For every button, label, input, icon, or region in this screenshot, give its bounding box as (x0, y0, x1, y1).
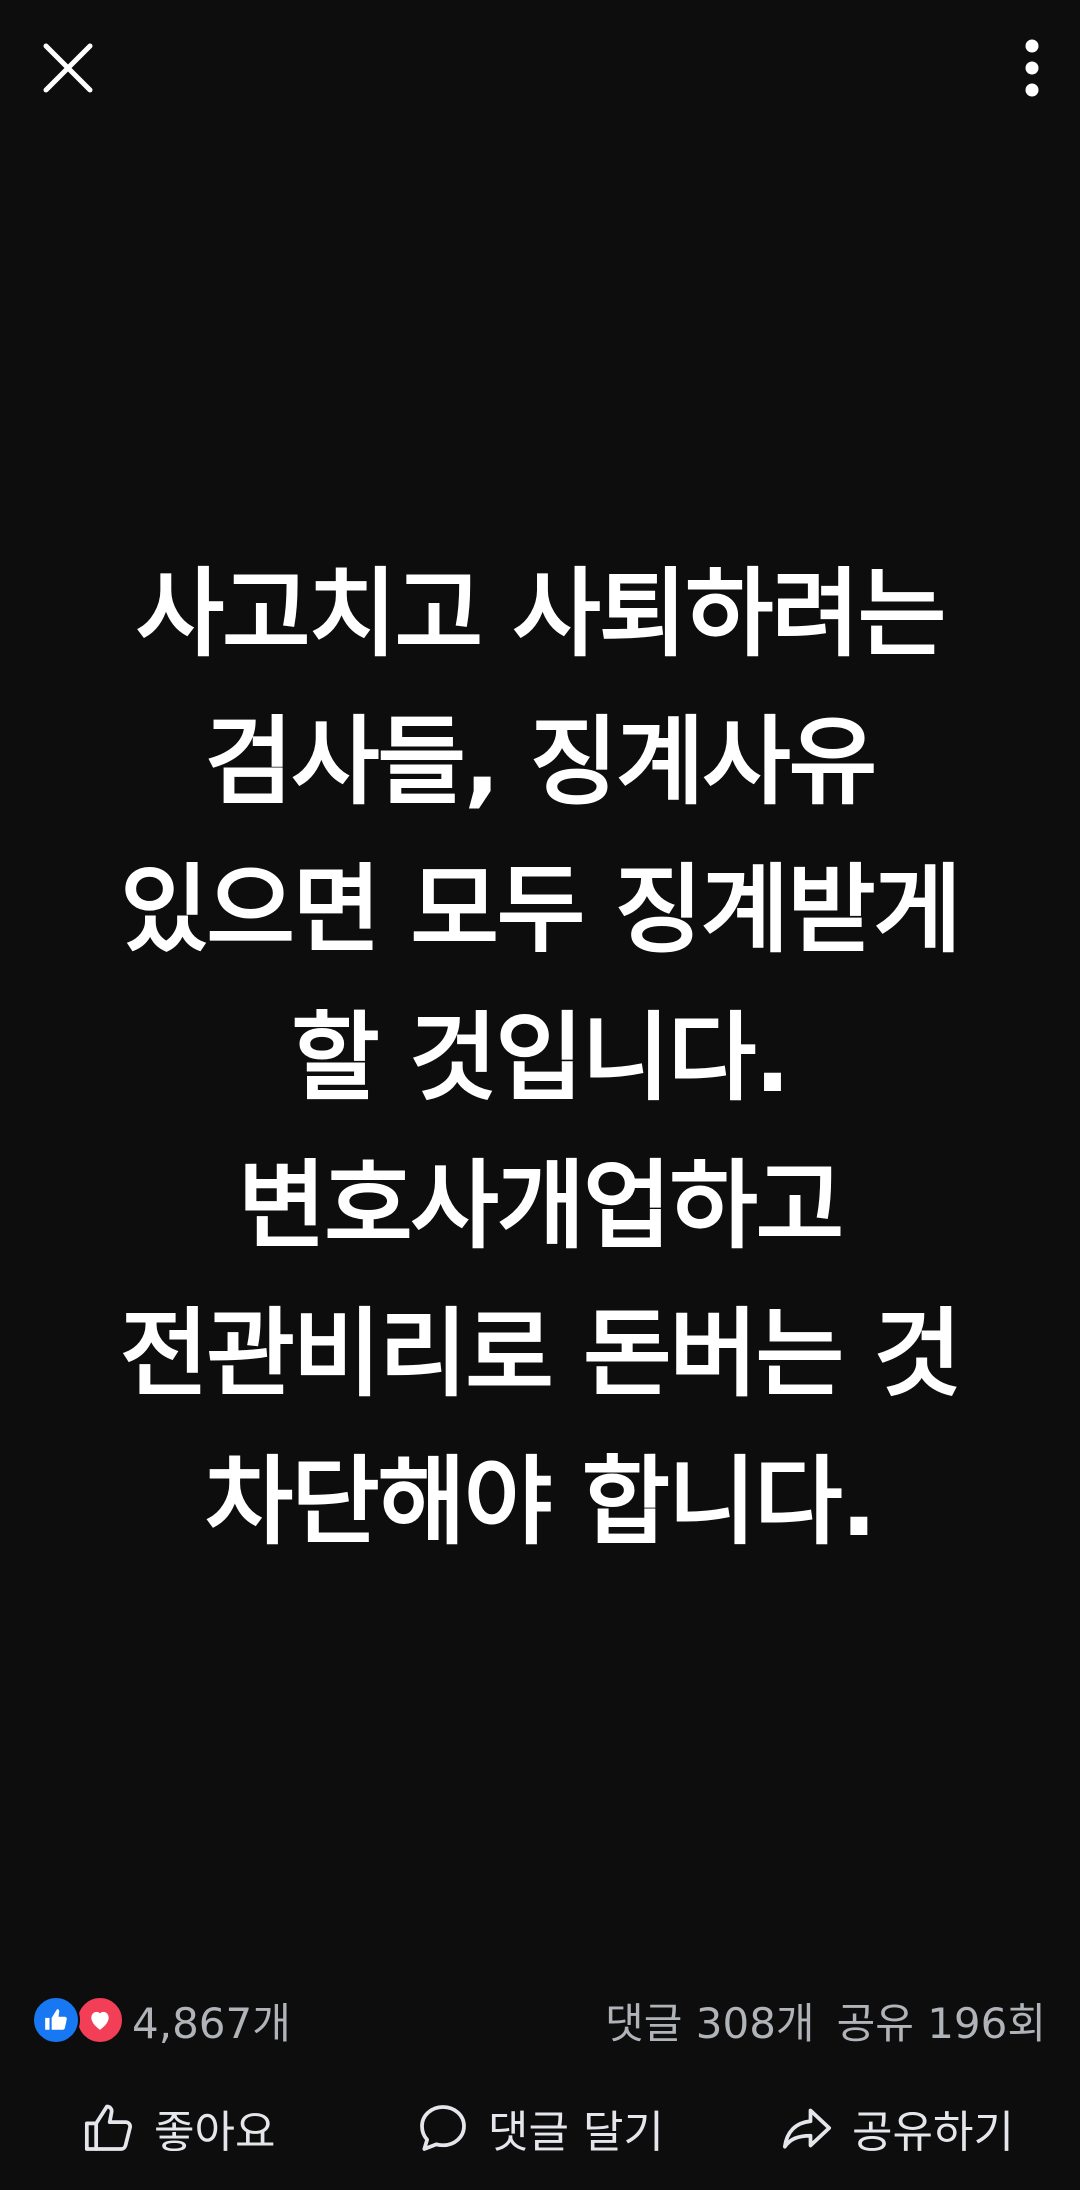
more-vertical-icon (1025, 39, 1039, 97)
comment-count[interactable]: 댓글 308개 (605, 1990, 814, 2051)
post-text-line: 전관비리로 돈버는 것 (120, 1298, 962, 1410)
post-text: 사고치고 사퇴하려는 검사들, 징계사유 있으면 모두 징계받게 할 것입니다.… (40, 540, 1040, 1576)
share-button[interactable]: 공유하기 (778, 2088, 1014, 2168)
love-reaction-icon (76, 1996, 124, 2044)
reaction-icons (32, 1996, 124, 2044)
share-count[interactable]: 공유 196회 (837, 1990, 1046, 2051)
post-text-line: 사고치고 사퇴하려는 (135, 558, 946, 670)
comment-bubble-icon (414, 2099, 472, 2157)
reaction-count: 4,867개 (132, 1998, 291, 2048)
close-icon (43, 43, 93, 93)
post-text-line: 할 것입니다. (291, 1002, 791, 1114)
post-text-line: 검사들, 징계사유 (204, 706, 877, 818)
action-bar: 좋아요 댓글 달기 공유하기 (0, 2088, 1080, 2168)
stats-bar: 4,867개 댓글 308개 공유 196회 (0, 1985, 1080, 2055)
comment-button[interactable]: 댓글 달기 (414, 2088, 664, 2168)
post-text-line: 변호사개업하고 (237, 1150, 844, 1262)
close-button[interactable] (36, 36, 100, 100)
share-label: 공유하기 (852, 2107, 1014, 2158)
post-text-line: 차단해야 합니다. (204, 1446, 877, 1558)
more-options-button[interactable] (1010, 30, 1054, 106)
like-button[interactable]: 좋아요 (80, 2088, 275, 2168)
comment-label: 댓글 달기 (488, 2107, 664, 2158)
engagement-counts: 댓글 308개 공유 196회 (605, 1995, 1046, 2048)
post-text-line: 있으면 모두 징계받게 (120, 854, 962, 966)
like-label: 좋아요 (154, 2107, 276, 2158)
top-bar (0, 0, 1080, 140)
thumbs-up-icon (80, 2099, 138, 2157)
like-reaction-icon (32, 1996, 80, 2044)
share-arrow-icon (778, 2099, 836, 2157)
reactions-summary[interactable]: 4,867개 (32, 1995, 291, 2048)
